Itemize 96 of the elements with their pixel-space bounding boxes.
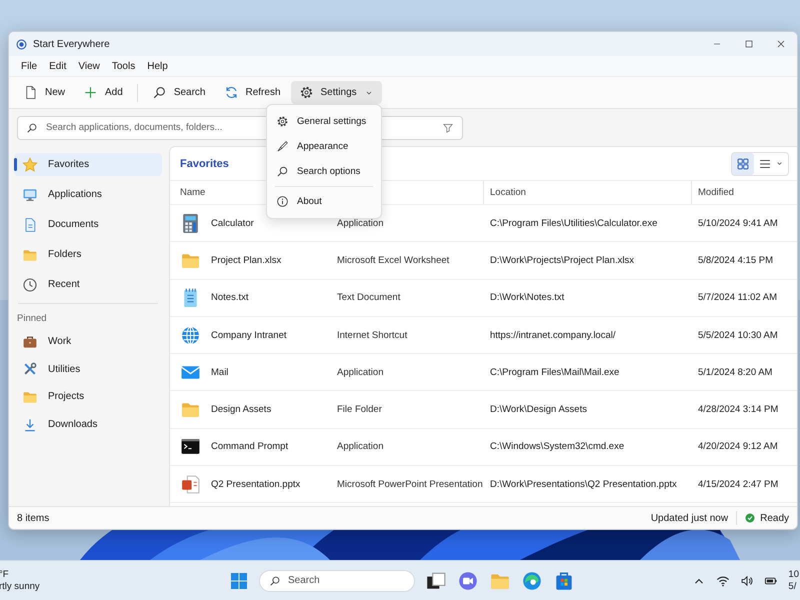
sidebar-item[interactable]: Work [14, 330, 162, 353]
table-cell-text: Application [337, 366, 384, 378]
section-title: Favorites [180, 158, 230, 170]
column-header[interactable]: Modified [698, 187, 734, 198]
item-count: 8 items [17, 512, 50, 524]
browser-icon[interactable] [521, 570, 543, 592]
grid-icon [736, 156, 750, 170]
update-status: Updated just now [650, 512, 728, 524]
menu-item[interactable]: Search options [267, 159, 381, 184]
table-cell-text: Microsoft Excel Worksheet [337, 254, 450, 266]
menu-item[interactable]: Edit [43, 58, 72, 74]
filter-icon [442, 122, 454, 134]
search-button[interactable]: Search [144, 81, 214, 104]
settings-icon [276, 115, 289, 128]
table-cell-text: C:\Program Files\Mail\Mail.exe [490, 366, 620, 378]
file-name: Project Plan.xlsx [211, 254, 282, 266]
search-icon [269, 574, 281, 586]
clock-time: 10 [788, 568, 799, 580]
file-name: Q2 Presentation.pptx [211, 478, 300, 490]
calculator-icon [180, 212, 201, 234]
file-name: Calculator [211, 218, 254, 229]
weather-text: rtly sunny [0, 580, 41, 592]
sidebar-item[interactable]: Applications [14, 183, 162, 206]
monitor-icon [22, 186, 38, 202]
briefcase-icon [22, 334, 38, 350]
settings-button[interactable]: Settings [290, 81, 382, 104]
grid-view-button[interactable] [732, 152, 754, 174]
plus-icon [83, 85, 98, 100]
sidebar-item[interactable]: Utilities [14, 358, 162, 381]
check-icon [745, 513, 756, 523]
sidebar-item[interactable]: Projects [14, 385, 162, 408]
start-icon[interactable] [229, 570, 249, 590]
table-cell-text: Application [337, 441, 384, 452]
column-header[interactable]: Location [490, 187, 526, 198]
menu-item[interactable]: About [267, 189, 381, 214]
search-icon [152, 85, 167, 100]
table-cell-text: 4/28/2024 3:14 PM [698, 404, 780, 416]
chat-icon[interactable] [457, 570, 479, 592]
clock-icon [22, 276, 38, 292]
table-cell-text: C:\Windows\System32\cmd.exe [490, 441, 626, 452]
table-cell-text: 5/10/2024 9:41 AM [698, 218, 779, 229]
table-cell-text: D:\Work\Notes.txt [490, 292, 566, 304]
file-name: Command Prompt [211, 441, 288, 452]
globe-icon [180, 324, 201, 346]
info-icon [276, 195, 289, 208]
settings-icon [298, 85, 314, 100]
maximize-icon [743, 38, 755, 50]
add-button[interactable]: Add [75, 81, 131, 104]
file-name: Mail [211, 366, 228, 378]
file-name: Design Assets [211, 404, 272, 416]
table-cell-text: 5/1/2024 8:20 AM [698, 366, 774, 378]
file-name: Notes.txt [211, 292, 248, 304]
refresh-button[interactable]: Refresh [216, 81, 289, 104]
menu-item[interactable]: Tools [106, 58, 142, 74]
table-cell-text: C:\Program Files\Utilities\Calculator.exe [490, 218, 658, 229]
ready-status: Ready [760, 512, 789, 524]
table-cell-text: Microsoft PowerPoint Presentation [337, 478, 484, 490]
table-cell-text: File Folder [337, 404, 383, 416]
file-name: Company Intranet [211, 330, 287, 341]
sidebar-item[interactable]: Recent [14, 273, 162, 296]
table-cell-text: 4/15/2024 2:47 PM [698, 478, 780, 490]
volume-icon[interactable] [740, 574, 754, 588]
menu-item[interactable]: View [72, 58, 106, 74]
table-cell-text: D:\Work\Design Assets [490, 404, 588, 416]
section-title: Pinned [17, 313, 48, 324]
sidebar-item[interactable]: Documents [14, 213, 162, 236]
download-icon [22, 416, 38, 433]
menu-item[interactable]: Help [141, 58, 174, 74]
taskbar-search[interactable]: Search [259, 570, 415, 592]
table-cell-text: Application [337, 218, 384, 229]
star-icon [22, 156, 38, 172]
search-icon [276, 165, 289, 178]
wifi-icon[interactable] [716, 574, 730, 588]
app-icon [16, 38, 27, 50]
table-cell-text: D:\Work\Projects\Project Plan.xlsx [490, 254, 635, 266]
table-cell-text: 5/7/2024 11:02 AM [698, 292, 778, 304]
menu-item[interactable]: File [15, 58, 44, 74]
search-icon [26, 122, 38, 134]
table-cell-text: https://intranet.company.local/ [490, 330, 616, 341]
sidebar-item[interactable]: Favorites [14, 153, 162, 176]
slides-icon [180, 474, 201, 495]
brush-icon [276, 140, 289, 153]
sidebar-item[interactable]: Downloads [14, 413, 162, 436]
table-cell-text: 4/20/2024 9:12 AM [698, 441, 779, 452]
table-cell-text: 5/5/2024 10:30 AM [698, 330, 779, 341]
table-cell-text: 5/8/2024 4:15 PM [698, 254, 774, 266]
sidebar-item[interactable]: Folders [14, 243, 162, 266]
table-cell-text: D:\Work\Presentations\Q2 Presentation.pptx [490, 478, 678, 490]
close-icon [775, 38, 787, 50]
window-title: Start Everywhere [33, 38, 111, 50]
new-button[interactable]: New [15, 81, 74, 104]
tools-icon [22, 361, 38, 378]
table-cell-text: Text Document [337, 292, 402, 304]
refresh-icon [224, 85, 238, 100]
table-cell-text: Internet Shortcut [337, 330, 408, 341]
clock-date: 5/ [788, 580, 798, 592]
